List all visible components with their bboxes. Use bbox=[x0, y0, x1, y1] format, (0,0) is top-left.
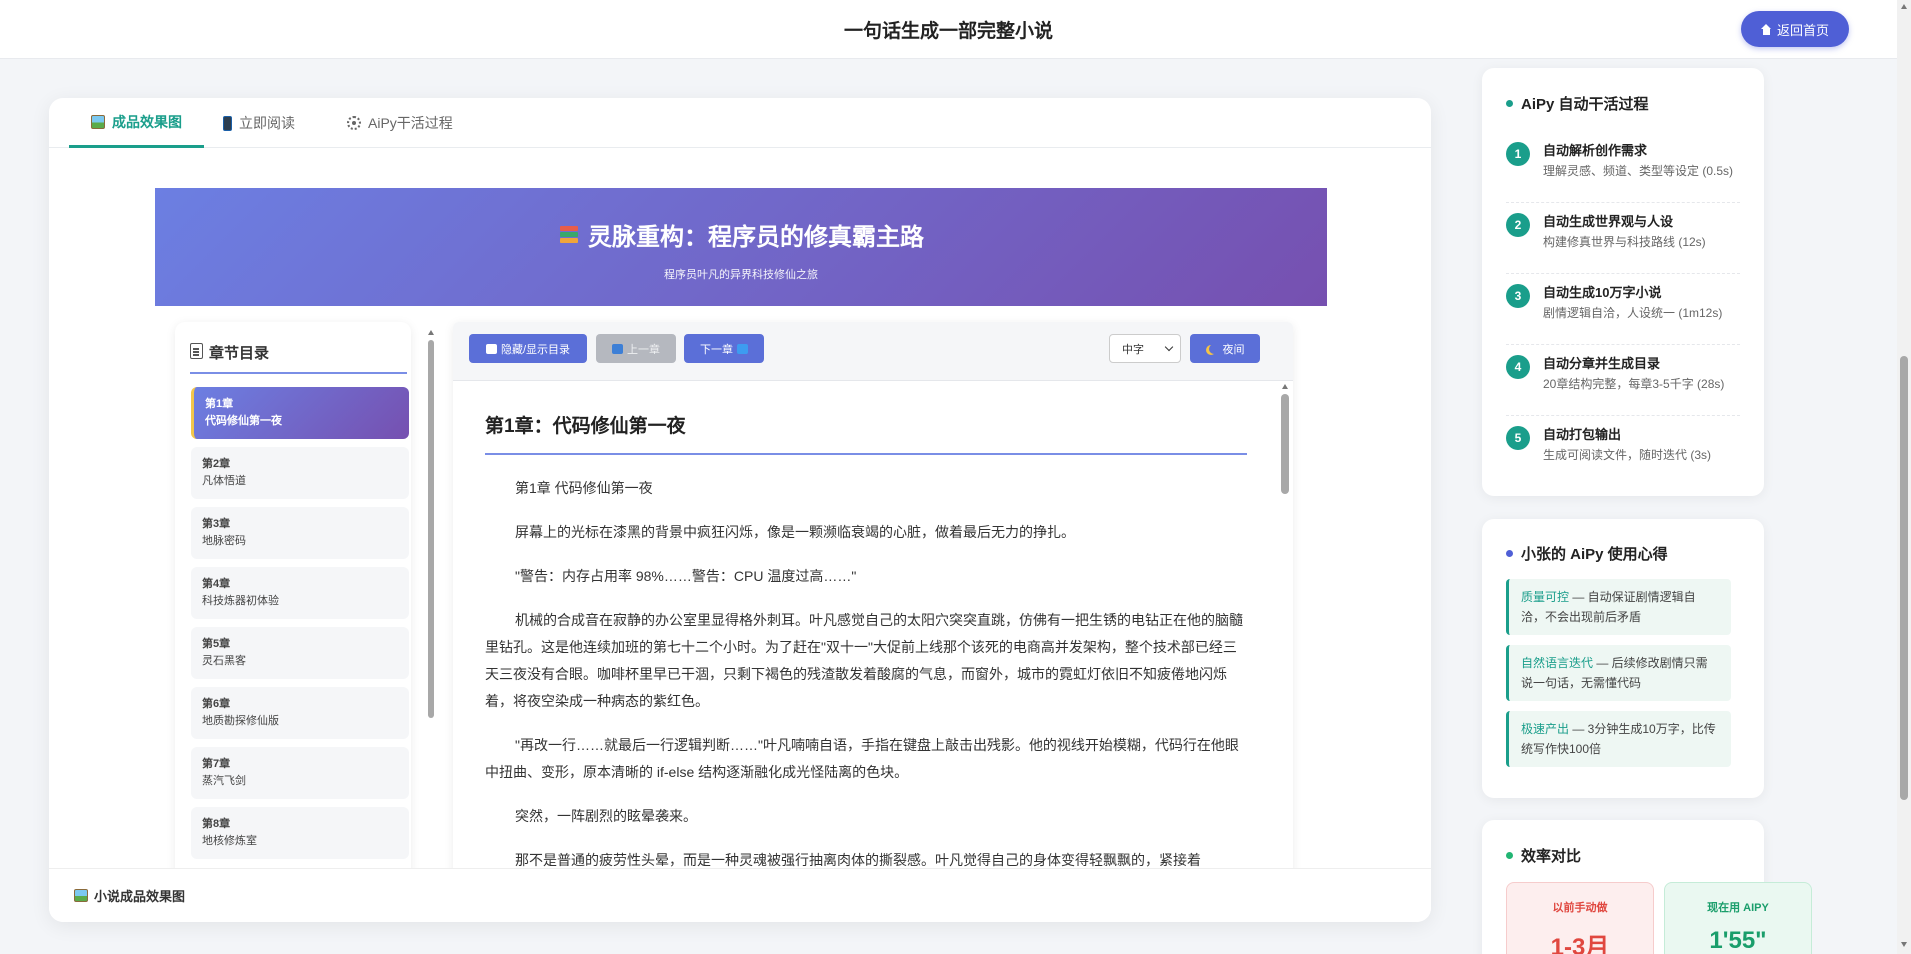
tip-item: 自然语言迭代 — 后续修改剧情只需说一句话，无需懂代码 bbox=[1506, 645, 1731, 701]
reader-panel: 隐藏/显示目录 上一章 下一章 中字 夜间 第1章：代码修仙第一夜 第1章 代码… bbox=[453, 322, 1293, 922]
next-chapter-button[interactable]: 下一章 bbox=[684, 334, 764, 363]
home-button-label: 返回首页 bbox=[1776, 22, 1829, 38]
night-mode-button[interactable]: 夜间 bbox=[1190, 334, 1260, 363]
chapter-title: 第1章：代码修仙第一夜 bbox=[485, 411, 1247, 455]
tip-item: 极速产出 — 3分钟生成10万字，比传统写作快100倍 bbox=[1506, 711, 1731, 767]
paragraph: 第1章 代码修仙第一夜 bbox=[515, 480, 653, 496]
chapter-toc: 章节目录 第1章 代码修仙第一夜 第2章 凡体悟道 第3章 地脉密码 第4章 科… bbox=[175, 322, 434, 922]
home-button[interactable]: 返回首页 bbox=[1741, 11, 1849, 47]
process-heading: AiPy 自动干活过程 bbox=[1506, 93, 1649, 114]
tab-result-label: 成品效果图 bbox=[112, 113, 182, 130]
book-icon bbox=[485, 343, 497, 354]
toc-scrollbar[interactable] bbox=[428, 330, 434, 920]
novel-banner: 灵脉重构：程序员的修真霸主路 程序员叶凡的异界科技修仙之旅 bbox=[155, 188, 1327, 306]
top-bar: 一句话生成一部完整小说 返回首页 bbox=[0, 0, 1897, 59]
tab-process-label: AiPy干活过程 bbox=[368, 115, 453, 131]
tip-item: 质量可控 — 自动保证剧情逻辑自洽，不会出现前后矛盾 bbox=[1506, 579, 1731, 635]
paragraph: 机械的合成音在寂静的办公室里显得格外刺耳。叶凡感觉自己的太阳穴突突直跳，仿佛有一… bbox=[485, 612, 1243, 709]
moon-icon bbox=[1209, 344, 1219, 354]
home-icon bbox=[1760, 23, 1772, 35]
picture-icon bbox=[91, 114, 105, 129]
page-title: 一句话生成一部完整小说 bbox=[843, 21, 1053, 42]
dot-icon bbox=[1506, 852, 1513, 859]
reader-toolbar: 隐藏/显示目录 上一章 下一章 中字 夜间 bbox=[453, 322, 1293, 381]
toc-item-8[interactable]: 第8章 地核修炼室 bbox=[191, 807, 409, 859]
dot-icon bbox=[1506, 100, 1513, 107]
chevron-down-icon bbox=[1164, 342, 1174, 352]
tab-read-label: 立即阅读 bbox=[239, 115, 295, 131]
novel-preview: 灵脉重构：程序员的修真霸主路 程序员叶凡的异界科技修仙之旅 章节目录 第1章 代… bbox=[155, 188, 1327, 922]
tips-heading: 小张的 AiPy 使用心得 bbox=[1506, 543, 1668, 564]
tab-bar: 成品效果图 立即阅读 AiPy干活过程 bbox=[49, 98, 1431, 148]
arrow-left-icon bbox=[612, 343, 623, 354]
efficiency-heading: 效率对比 bbox=[1506, 845, 1581, 866]
process-step: 5 自动打包输出 生成可阅读文件，随时迭代 (3s) bbox=[1506, 416, 1740, 487]
toc-scroll-thumb[interactable] bbox=[428, 340, 434, 718]
dot-icon bbox=[1506, 550, 1513, 557]
efficiency-card: 效率对比 以前手动做 1-3月 现在用 AIPY 1'55" bbox=[1482, 820, 1812, 954]
tips-card: 小张的 AiPy 使用心得 质量可控 — 自动保证剧情逻辑自洽，不会出现前后矛盾… bbox=[1482, 519, 1764, 798]
after-stat: 现在用 AIPY 1'55" bbox=[1664, 882, 1812, 954]
toc-item-1[interactable]: 第1章 代码修仙第一夜 bbox=[191, 387, 409, 439]
toc-item-5[interactable]: 第5章 灵石黑客 bbox=[191, 627, 409, 679]
paragraph: "警告：内存占用率 98%……警告：CPU 温度过高……" bbox=[515, 568, 857, 584]
preview-caption: 小说成品效果图 bbox=[49, 868, 1431, 922]
prev-chapter-button[interactable]: 上一章 bbox=[596, 334, 676, 363]
paragraph: "再改一行……就最后一行逻辑判断……"叶凡喃喃自语，手指在键盘上敲击出残影。他的… bbox=[485, 737, 1239, 780]
reader-scroll-thumb[interactable] bbox=[1281, 394, 1289, 494]
books-icon bbox=[558, 224, 580, 246]
main-card: 成品效果图 立即阅读 AiPy干活过程 灵脉重构：程序员的修真霸主路 程序员叶凡… bbox=[49, 98, 1431, 922]
tab-process[interactable]: AiPy干活过程 bbox=[325, 98, 475, 148]
paragraph: 突然，一阵剧烈的眩晕袭来。 bbox=[515, 808, 697, 824]
toc-item-3[interactable]: 第3章 地脉密码 bbox=[191, 507, 409, 559]
picture-icon bbox=[74, 889, 88, 902]
process-step: 2 自动生成世界观与人设 构建修真世界与科技路线 (12s) bbox=[1506, 203, 1740, 274]
page-scrollbar[interactable] bbox=[1897, 0, 1911, 954]
font-size-select[interactable]: 中字 bbox=[1109, 334, 1181, 363]
process-step: 1 自动解析创作需求 理解灵感、频道、类型等设定 (0.5s) bbox=[1506, 132, 1740, 203]
process-step: 4 自动分章并生成目录 20章结构完整，每章3-5千字 (28s) bbox=[1506, 345, 1740, 416]
chapter-content: 第1章：代码修仙第一夜 第1章 代码修仙第一夜 屏幕上的光标在漆黑的背景中疯狂闪… bbox=[485, 411, 1247, 874]
before-stat: 以前手动做 1-3月 bbox=[1506, 882, 1654, 954]
process-step: 3 自动生成10万字小说 剧情逻辑自洽，人设统一 (1m12s) bbox=[1506, 274, 1740, 345]
tab-read[interactable]: 立即阅读 bbox=[201, 98, 317, 148]
document-icon bbox=[190, 343, 203, 359]
toggle-toc-button[interactable]: 隐藏/显示目录 bbox=[469, 334, 587, 363]
reader-scrollbar[interactable] bbox=[1281, 384, 1289, 920]
process-card: AiPy 自动干活过程 1 自动解析创作需求 理解灵感、频道、类型等设定 (0.… bbox=[1482, 68, 1764, 496]
novel-subtitle: 程序员叶凡的异界科技修仙之旅 bbox=[664, 269, 818, 281]
novel-title: 灵脉重构：程序员的修真霸主路 bbox=[588, 224, 924, 251]
toc-item-2[interactable]: 第2章 凡体悟道 bbox=[191, 447, 409, 499]
toc-item-6[interactable]: 第6章 地质勘探修仙版 bbox=[191, 687, 409, 739]
arrow-right-icon bbox=[737, 343, 748, 354]
tab-result[interactable]: 成品效果图 bbox=[69, 98, 204, 148]
page-scroll-thumb[interactable] bbox=[1900, 356, 1908, 800]
toc-item-4[interactable]: 第4章 科技炼器初体验 bbox=[191, 567, 409, 619]
toc-item-7[interactable]: 第7章 蒸汽飞剑 bbox=[191, 747, 409, 799]
phone-icon bbox=[223, 115, 232, 131]
paragraph: 屏幕上的光标在漆黑的背景中疯狂闪烁，像是一颗濒临衰竭的心脏，做着最后无力的挣扎。 bbox=[515, 524, 1075, 540]
gear-icon bbox=[347, 116, 361, 130]
toc-heading: 章节目录 bbox=[190, 342, 407, 374]
